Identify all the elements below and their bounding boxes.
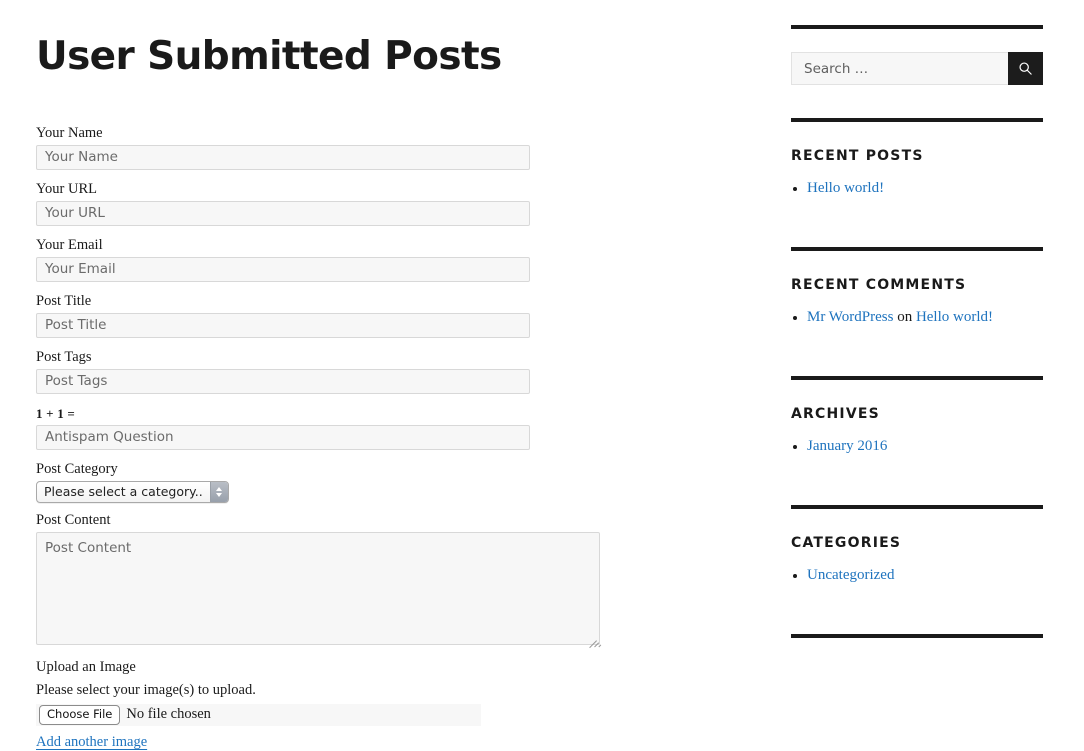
sidebar: Recent Posts Hello world! Recent Comment… xyxy=(791,0,1043,638)
widget-search xyxy=(791,29,1043,118)
file-status-text: No file chosen xyxy=(126,706,211,723)
upload-section: Upload an Image Please select your image… xyxy=(36,658,636,751)
field-post-content: Post Content Post Content xyxy=(36,511,636,648)
label-post-category: Post Category xyxy=(36,460,118,477)
resize-grip-icon[interactable] xyxy=(586,631,602,648)
label-your-name: Your Name xyxy=(36,124,103,141)
label-post-title: Post Title xyxy=(36,292,92,309)
field-your-url: Your URL xyxy=(36,181,636,226)
search-icon xyxy=(1019,62,1032,75)
search-form xyxy=(791,52,1043,85)
widget-recent-posts: Recent Posts Hello world! xyxy=(791,122,1043,209)
categories-list: Uncategorized xyxy=(791,565,1043,586)
field-antispam: 1 + 1 = xyxy=(36,405,636,450)
comment-post-link[interactable]: Hello world! xyxy=(916,309,993,325)
list-item: Uncategorized xyxy=(791,565,1043,586)
category-link[interactable]: Uncategorized xyxy=(807,567,894,583)
post-category-select-wrap: Please select a category.. xyxy=(36,480,229,503)
choose-file-button[interactable]: Choose File xyxy=(39,704,121,725)
widget-archives: Archives January 2016 xyxy=(791,380,1043,467)
field-your-name: Your Name xyxy=(36,125,636,170)
upload-hint-text: Please select your image(s) to upload. xyxy=(36,681,256,698)
field-post-title: Post Title xyxy=(36,293,636,338)
label-post-content: Post Content xyxy=(36,511,111,528)
field-post-tags: Post Tags xyxy=(36,349,636,394)
post-category-selected-value: Please select a category.. xyxy=(44,483,203,499)
recent-comments-list: Mr WordPress on Hello world! xyxy=(791,307,1043,328)
field-post-category: Post Category Please select a category.. xyxy=(36,460,636,503)
list-item: January 2016 xyxy=(791,436,1043,457)
label-upload-an-image: Upload an Image xyxy=(36,658,136,675)
widget-title-categories: Categories xyxy=(791,535,902,551)
comment-author-link[interactable]: Mr WordPress xyxy=(807,309,893,325)
archive-link[interactable]: January 2016 xyxy=(807,438,887,454)
your-email-input[interactable] xyxy=(36,256,530,282)
your-url-input[interactable] xyxy=(36,200,530,226)
widget-title-recent-posts: Recent Posts xyxy=(791,148,924,164)
recent-posts-list: Hello world! xyxy=(791,178,1043,199)
search-input[interactable] xyxy=(791,52,1008,85)
sidebar-divider-bottom xyxy=(791,634,1043,638)
widget-title-recent-comments: Recent Comments xyxy=(791,277,967,293)
field-your-email: Your Email xyxy=(36,237,636,282)
post-content-textarea[interactable]: Post Content xyxy=(36,531,602,648)
label-your-url: Your URL xyxy=(36,180,97,197)
search-submit-button[interactable] xyxy=(1008,52,1043,85)
user-submitted-post-form: Your Name Your URL Your Email Post Title… xyxy=(36,125,636,751)
widget-recent-comments: Recent Comments Mr WordPress on Hello wo… xyxy=(791,251,1043,338)
comment-on-separator: on xyxy=(893,309,916,325)
add-another-image-link[interactable]: Add another image xyxy=(36,734,147,751)
antispam-input[interactable] xyxy=(36,424,530,450)
updown-arrows-icon xyxy=(209,481,228,502)
label-antispam: 1 + 1 = xyxy=(36,405,75,421)
post-tags-input[interactable] xyxy=(36,368,530,394)
archives-list: January 2016 xyxy=(791,436,1043,457)
widget-categories: Categories Uncategorized xyxy=(791,509,1043,596)
widget-title-archives: Archives xyxy=(791,406,880,422)
post-category-select[interactable]: Please select a category.. xyxy=(36,480,229,503)
recent-post-link[interactable]: Hello world! xyxy=(807,180,884,196)
list-item: Hello world! xyxy=(791,178,1043,199)
post-title-input[interactable] xyxy=(36,312,530,338)
file-input-row[interactable]: Choose File No file chosen xyxy=(36,703,481,726)
your-name-input[interactable] xyxy=(36,144,530,170)
page-title: User Submitted Posts xyxy=(36,34,502,79)
label-your-email: Your Email xyxy=(36,236,103,253)
list-item: Mr WordPress on Hello world! xyxy=(791,307,1043,328)
post-content-placeholder: Post Content xyxy=(45,539,132,556)
label-post-tags: Post Tags xyxy=(36,348,92,365)
main-content: User Submitted Posts Your Name Your URL … xyxy=(36,0,636,751)
